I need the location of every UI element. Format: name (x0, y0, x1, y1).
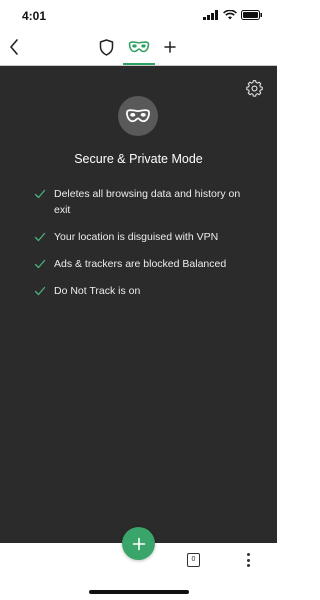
check-icon (34, 259, 46, 269)
gear-icon (246, 80, 263, 97)
new-tab-button[interactable] (162, 36, 178, 58)
mask-icon (128, 41, 150, 53)
status-icons (203, 10, 263, 20)
settings-button[interactable] (246, 80, 263, 97)
active-tab-indicator (123, 63, 155, 65)
check-icon (34, 286, 46, 296)
feature-text: Your location is disguised with VPN (54, 231, 219, 243)
private-mode-title: Secure & Private Mode (74, 152, 203, 166)
more-vertical-icon[interactable] (244, 553, 252, 567)
status-time: 4:01 (22, 9, 47, 23)
feature-item: Your location is disguised with VPN (34, 229, 254, 245)
plus-icon (164, 41, 176, 53)
feature-text: Do Not Track is on (54, 285, 141, 297)
shield-icon (99, 38, 113, 56)
home-indicator (89, 590, 189, 594)
more-dot (246, 564, 250, 567)
mask-icon (126, 109, 150, 123)
more-dot (246, 553, 250, 556)
feature-text: Ads & trackers are blocked Balanced (54, 258, 227, 270)
chevron-left-icon (10, 39, 18, 55)
shield-button[interactable] (97, 36, 115, 58)
feature-item: Deletes all browsing data and history on… (34, 186, 254, 218)
wifi-icon (223, 10, 237, 20)
private-mode-tab[interactable] (126, 36, 152, 58)
new-tab-fab[interactable] (122, 527, 155, 560)
tab-counter-icon[interactable]: 0 (187, 553, 200, 567)
check-icon (34, 232, 46, 242)
back-button[interactable] (6, 36, 22, 58)
feature-item: Ads & trackers are blocked Balanced (34, 256, 254, 272)
battery-icon (241, 10, 262, 20)
signal-icon (203, 10, 218, 20)
more-dot (246, 558, 250, 562)
private-mode-panel: Secure & Private Mode Deletes all browsi… (0, 66, 277, 543)
private-mode-badge (118, 96, 158, 136)
plus-icon (132, 537, 145, 550)
top-toolbar (0, 30, 277, 66)
check-icon (34, 189, 46, 199)
feature-item: Do Not Track is on (34, 283, 254, 299)
feature-text: Deletes all browsing data and history on… (54, 188, 241, 216)
status-bar: 4:01 (0, 0, 277, 30)
feature-list: Deletes all browsing data and history on… (34, 186, 254, 310)
